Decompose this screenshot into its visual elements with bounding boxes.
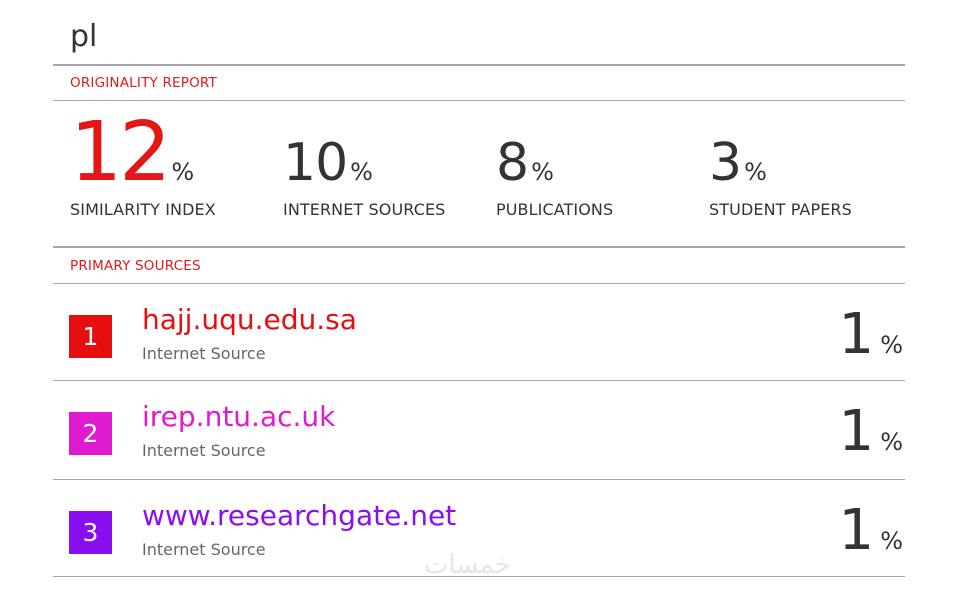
- percent-sign: %: [880, 331, 903, 359]
- originality-report-page: pl ORIGINALITY REPORT 12 % SIMILARITY IN…: [0, 0, 968, 592]
- source-type: Internet Source: [142, 540, 266, 559]
- publications-label: PUBLICATIONS: [496, 200, 614, 219]
- rank-badge: 3: [69, 511, 112, 554]
- percent-sign: %: [880, 527, 903, 555]
- percent-sign: %: [171, 158, 195, 186]
- stat-publications: 8 % PUBLICATIONS: [496, 112, 613, 219]
- source-percentage: 1 %: [839, 404, 903, 460]
- percent-sign: %: [531, 158, 554, 186]
- internet-sources-label: INTERNET SOURCES: [283, 200, 446, 219]
- rank-badge: 2: [69, 412, 112, 455]
- rank-badge: 1: [69, 315, 112, 358]
- percent-sign: %: [350, 158, 373, 186]
- student-papers-label: STUDENT PAPERS: [709, 200, 852, 219]
- source-link[interactable]: irep.ntu.ac.uk: [142, 401, 335, 433]
- originality-report-heading: ORIGINALITY REPORT: [70, 75, 217, 91]
- similarity-index-value: 12: [70, 105, 171, 200]
- percent-sign: %: [744, 158, 767, 186]
- stat-value: 8 %: [496, 112, 554, 189]
- source-row-1[interactable]: 1 hajj.uqu.edu.sa Internet Source 1 %: [53, 285, 905, 381]
- source-row-2[interactable]: 2 irep.ntu.ac.uk Internet Source 1 %: [53, 382, 905, 478]
- stat-internet-sources: 10 % INTERNET SOURCES: [283, 112, 445, 219]
- percent-value: 1: [838, 302, 875, 367]
- stat-student-papers: 3 % STUDENT PAPERS: [709, 112, 852, 219]
- publications-value: 8: [496, 133, 529, 193]
- source-link[interactable]: www.researchgate.net: [142, 500, 456, 532]
- stat-value: 12 %: [70, 112, 194, 194]
- percent-value: 1: [838, 399, 875, 464]
- similarity-index-label: SIMILARITY INDEX: [70, 200, 216, 219]
- document-title: pl: [70, 19, 98, 54]
- student-papers-value: 3: [709, 133, 742, 193]
- divider: [53, 380, 905, 381]
- divider: [53, 246, 905, 248]
- watermark: خمسات: [424, 550, 511, 580]
- stat-value: 10 %: [283, 112, 373, 189]
- divider: [53, 283, 905, 284]
- divider: [53, 479, 905, 480]
- source-percentage: 1 %: [839, 307, 903, 363]
- percent-sign: %: [880, 428, 903, 456]
- source-type: Internet Source: [142, 441, 266, 460]
- source-percentage: 1 %: [839, 503, 903, 559]
- source-type: Internet Source: [142, 344, 266, 363]
- stat-similarity-index: 12 % SIMILARITY INDEX: [70, 112, 216, 220]
- percent-value: 1: [838, 498, 875, 563]
- source-link[interactable]: hajj.uqu.edu.sa: [142, 304, 357, 336]
- divider: [53, 64, 905, 66]
- internet-sources-value: 10: [283, 133, 348, 193]
- stat-value: 3 %: [709, 112, 767, 189]
- primary-sources-heading: PRIMARY SOURCES: [70, 258, 201, 274]
- divider: [53, 100, 905, 101]
